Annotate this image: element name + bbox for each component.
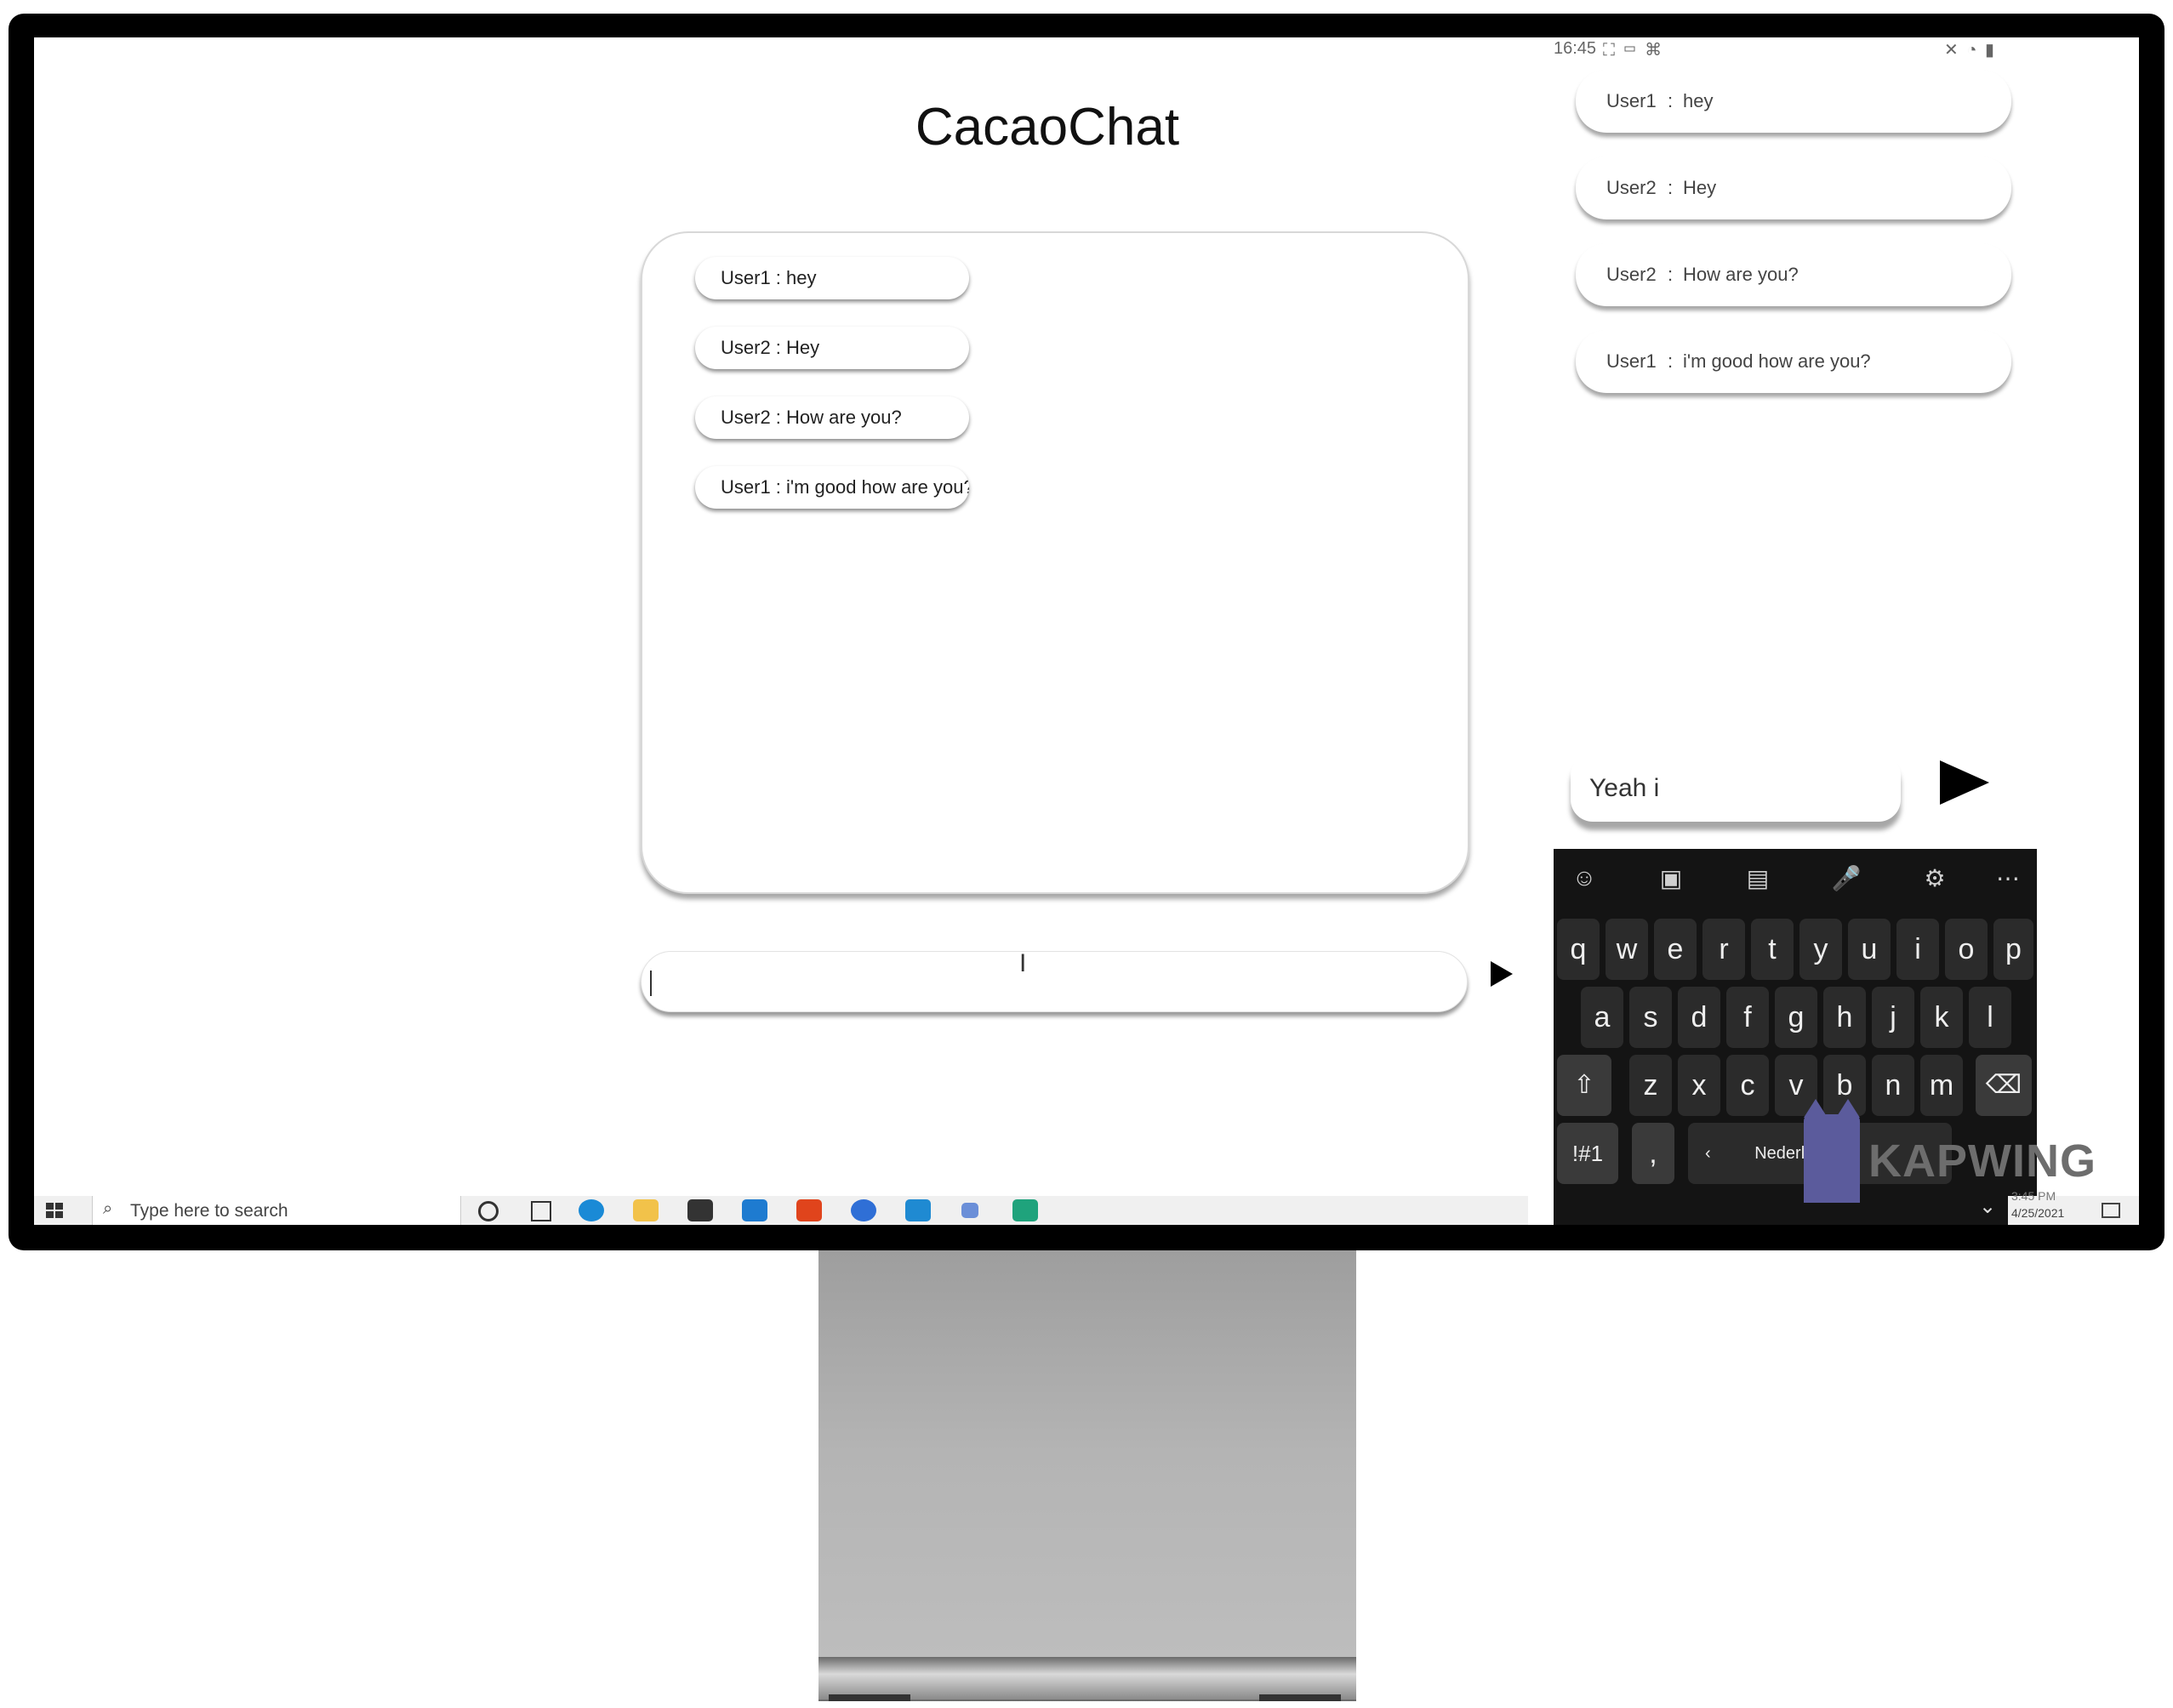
stand-foot xyxy=(1259,1694,1341,1701)
monitor-frame: CacaoChat User1 : hey User2 : Hey User2 … xyxy=(9,14,2164,1250)
key-k[interactable]: k xyxy=(1920,987,1963,1048)
gif-icon[interactable]: ▤ xyxy=(1741,864,1775,892)
monitor-stand-base xyxy=(818,1657,1356,1699)
message-user: User2 xyxy=(1606,177,1657,198)
settings-icon[interactable]: ⚙ xyxy=(1918,864,1952,892)
more-icon[interactable]: ⋯ xyxy=(1991,864,2025,892)
chat-panel: User1 : hey User2 : Hey User2 : How are … xyxy=(641,231,1469,894)
message-text: How are you? xyxy=(1683,264,1799,285)
key-q[interactable]: q xyxy=(1557,919,1600,980)
system-tray: 3:45 PM 4/25/2021 xyxy=(2008,1189,2139,1225)
sticker-icon[interactable]: ▣ xyxy=(1654,864,1688,892)
mail-icon[interactable] xyxy=(742,1199,767,1221)
key-i[interactable]: i xyxy=(1896,919,1939,980)
comma-key[interactable]: , xyxy=(1632,1123,1674,1184)
key-g[interactable]: g xyxy=(1775,987,1817,1048)
shift-key[interactable]: ⇧ xyxy=(1557,1055,1611,1116)
phone-message: User2 : How are you? xyxy=(1576,243,2011,306)
file-explorer-icon[interactable] xyxy=(633,1199,659,1221)
office-icon[interactable] xyxy=(796,1199,822,1221)
status-bar: 16:45 ⛶ ▭ ⌘ ✕ ◔ ▮ xyxy=(1554,37,1996,65)
message-separator: : xyxy=(1668,264,1674,285)
message-text: Hey xyxy=(1683,177,1717,198)
message-text: i'm good how are you? xyxy=(1683,350,1871,372)
key-w[interactable]: w xyxy=(1606,919,1648,980)
message-input[interactable] xyxy=(641,951,1468,1012)
status-time: 16:45 xyxy=(1554,39,1597,58)
phone-mirror: 16:45 ⛶ ▭ ⌘ ✕ ◔ ▮ User1 : hey User2 : He… xyxy=(1528,37,2045,1225)
message-user: User2 xyxy=(1606,264,1657,285)
message-user: User1 xyxy=(1606,350,1657,372)
key-u[interactable]: u xyxy=(1848,919,1891,980)
windows-start-button[interactable] xyxy=(46,1203,63,1218)
key-c[interactable]: c xyxy=(1726,1055,1769,1116)
screen: CacaoChat User1 : hey User2 : Hey User2 … xyxy=(34,37,2139,1225)
key-j[interactable]: j xyxy=(1872,987,1914,1048)
tray-date: 4/25/2021 xyxy=(2011,1206,2065,1220)
stand-foot xyxy=(829,1694,910,1701)
phone-message-input[interactable]: Yeah i xyxy=(1571,754,1901,822)
send-button[interactable] xyxy=(1491,961,1513,987)
key-a[interactable]: a xyxy=(1581,987,1623,1048)
key-x[interactable]: x xyxy=(1678,1055,1720,1116)
task-view-icon[interactable] xyxy=(531,1201,551,1221)
kapwing-watermark: KAPWING xyxy=(1868,1136,2096,1187)
store-icon[interactable] xyxy=(687,1199,713,1221)
phone-message: User1 : i'm good how are you? xyxy=(1576,330,2011,393)
symbols-key[interactable]: !#1 xyxy=(1557,1123,1618,1184)
key-d[interactable]: d xyxy=(1678,987,1720,1048)
message-separator: : xyxy=(1668,177,1674,198)
phone-input-value: Yeah i xyxy=(1589,774,1660,802)
search-icon: ⌕ xyxy=(103,1199,113,1218)
key-y[interactable]: y xyxy=(1799,919,1842,980)
edge-icon[interactable] xyxy=(579,1199,604,1221)
text-caret xyxy=(650,971,652,996)
message-text: hey xyxy=(1683,90,1714,111)
monitor-stand xyxy=(818,1250,1356,1701)
phone-send-button[interactable] xyxy=(1940,760,1989,805)
chevron-down-icon[interactable]: ⌄ xyxy=(1979,1194,1996,1219)
phone-message: User1 : hey xyxy=(1576,70,2011,133)
key-o[interactable]: o xyxy=(1945,919,1988,980)
taskbar-search-box[interactable]: ⌕ Type here to search xyxy=(92,1196,461,1225)
key-t[interactable]: t xyxy=(1751,919,1794,980)
notification-icon[interactable] xyxy=(2102,1203,2120,1218)
chat-message: User2 : How are you? xyxy=(695,396,969,439)
key-h[interactable]: h xyxy=(1823,987,1866,1048)
key-e[interactable]: e xyxy=(1654,919,1697,980)
emoji-icon[interactable]: ☺ xyxy=(1567,864,1601,891)
key-p[interactable]: p xyxy=(1993,919,2033,980)
firefox-icon[interactable] xyxy=(851,1199,876,1221)
app-icon[interactable] xyxy=(961,1203,978,1218)
key-r[interactable]: r xyxy=(1702,919,1745,980)
vscode-icon[interactable] xyxy=(905,1199,931,1221)
key-s[interactable]: s xyxy=(1629,987,1672,1048)
chat-message: User2 : Hey xyxy=(695,327,969,369)
ibeam-cursor-icon: I xyxy=(1019,949,1027,977)
status-icons-right: ✕ ◔ ▮ xyxy=(1944,41,1996,60)
chat-message: User1 : i'm good how are you? xyxy=(695,466,969,509)
phone-message: User2 : Hey xyxy=(1576,157,2011,219)
language-prev-icon: ‹ xyxy=(1705,1144,1711,1163)
taskbar-search-placeholder: Type here to search xyxy=(130,1201,288,1221)
taskbar: ⌕ Type here to search xyxy=(34,1196,1528,1225)
key-z[interactable]: z xyxy=(1629,1055,1672,1116)
chat-app-icon[interactable] xyxy=(1012,1199,1038,1221)
chat-message: User1 : hey xyxy=(695,257,969,299)
status-icons-left: ⛶ ▭ ⌘ xyxy=(1603,41,1664,60)
key-l[interactable]: l xyxy=(1969,987,2011,1048)
key-f[interactable]: f xyxy=(1726,987,1769,1048)
cortana-icon[interactable] xyxy=(478,1201,499,1221)
message-separator: : xyxy=(1668,350,1674,372)
message-user: User1 xyxy=(1606,90,1657,111)
message-separator: : xyxy=(1668,90,1674,111)
kapwing-logo-icon xyxy=(1804,1099,1860,1203)
key-m[interactable]: m xyxy=(1920,1055,1963,1116)
tray-time: 3:45 PM xyxy=(2011,1189,2056,1203)
microphone-icon[interactable]: 🎤 xyxy=(1829,864,1863,892)
backspace-key[interactable]: ⌫ xyxy=(1976,1055,2032,1116)
key-n[interactable]: n xyxy=(1872,1055,1914,1116)
